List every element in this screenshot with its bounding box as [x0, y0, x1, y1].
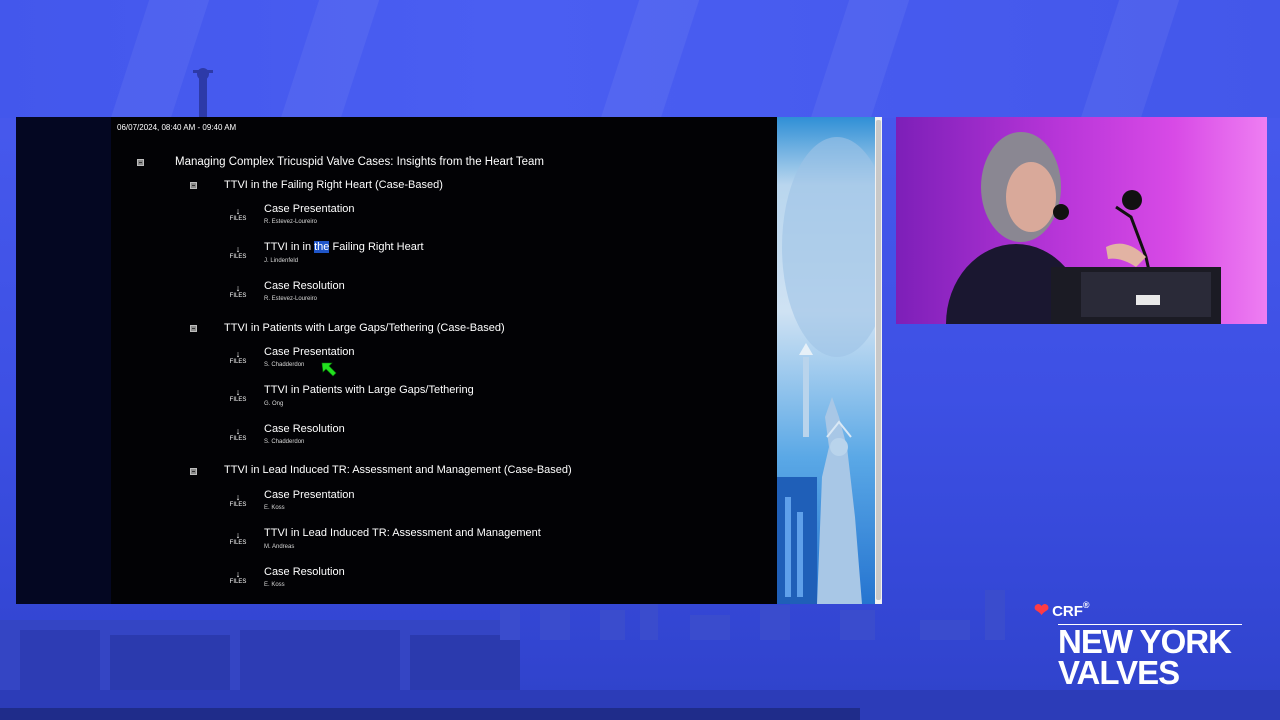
files-download-button[interactable]: ↓ FILES [226, 531, 250, 547]
files-download-button[interactable]: ↓ FILES [226, 207, 250, 223]
statue-silhouette-icon [193, 68, 213, 118]
download-arrow-icon: ↓ [235, 426, 241, 436]
item-author: R. Estevez-Loureiro [264, 296, 318, 302]
speaker-video [896, 117, 1267, 324]
scrollbar-thumb[interactable] [876, 120, 881, 600]
collapse-square-icon[interactable] [137, 159, 144, 166]
download-arrow-icon: ↓ [235, 492, 241, 502]
session-title[interactable]: Managing Complex Tricuspid Valve Cases: … [175, 156, 544, 168]
item-author: S. Chadderdon [264, 439, 305, 445]
files-download-button[interactable]: ↓ FILES [226, 427, 250, 443]
item-author: S. Chadderdon [264, 362, 305, 368]
files-download-button[interactable]: ↓ FILES [226, 245, 250, 261]
item-title[interactable]: TTVI in Patients with Large Gaps/Tetheri… [264, 384, 474, 396]
crf-new-york-valves-logo: ❤ CRF® NEW YORK VALVES [1034, 600, 1254, 700]
decorative-image-strip [777, 117, 882, 604]
item-author: E. Koss [264, 582, 285, 588]
download-arrow-icon: ↓ [235, 244, 241, 254]
files-download-button[interactable]: ↓ FILES [226, 284, 250, 300]
heart-logo-icon: ❤ [1034, 600, 1050, 620]
logo-line1: NEW YORK [1058, 623, 1232, 660]
item-title[interactable]: Case Resolution [264, 566, 345, 578]
section-title[interactable]: TTVI in the Failing Right Heart (Case-Ba… [224, 179, 443, 191]
item-title[interactable]: Case Resolution [264, 280, 345, 292]
download-arrow-icon: ↓ [235, 206, 241, 216]
logo-line2: VALVES [1058, 654, 1180, 691]
cursor-arrow-icon [321, 362, 337, 377]
session-slide-panel: 06/07/2024, 08:40 AM - 09:40 AM Managing… [16, 117, 777, 604]
download-arrow-icon: ↓ [235, 569, 241, 579]
files-download-button[interactable]: ↓ FILES [226, 350, 250, 366]
download-arrow-icon: ↓ [235, 530, 241, 540]
collapse-square-icon[interactable] [190, 182, 197, 189]
item-title[interactable]: Case Resolution [264, 423, 345, 435]
item-author: J. Lindenfeld [264, 258, 299, 264]
section-title[interactable]: TTVI in Patients with Large Gaps/Tetheri… [224, 322, 505, 334]
section-title[interactable]: TTVI in Lead Induced TR: Assessment and … [224, 464, 572, 476]
download-arrow-icon: ↓ [235, 283, 241, 293]
files-download-button[interactable]: ↓ FILES [226, 570, 250, 586]
collapse-square-icon[interactable] [190, 468, 197, 475]
item-author: E. Koss [264, 505, 285, 511]
item-title[interactable]: TTVI in in the Failing Right Heart [264, 241, 424, 253]
statue-of-liberty-icon [777, 137, 882, 604]
session-datetime: 06/07/2024, 08:40 AM - 09:40 AM [117, 123, 237, 132]
speaker-video-scene [946, 132, 1221, 324]
item-author: M. Andreas [264, 544, 295, 550]
selected-text-highlight: the [314, 241, 330, 253]
item-author: G. Ong [264, 401, 284, 407]
files-download-button[interactable]: ↓ FILES [226, 388, 250, 404]
download-arrow-icon: ↓ [235, 387, 241, 397]
item-title[interactable]: TTVI in Lead Induced TR: Assessment and … [264, 527, 541, 539]
item-title[interactable]: Case Presentation [264, 346, 355, 358]
slide-left-bar [16, 117, 111, 604]
item-author: R. Estevez-Loureiro [264, 219, 318, 225]
item-title[interactable]: Case Presentation [264, 489, 355, 501]
collapse-square-icon[interactable] [190, 325, 197, 332]
item-title[interactable]: Case Presentation [264, 203, 355, 215]
files-download-button[interactable]: ↓ FILES [226, 493, 250, 509]
download-arrow-icon: ↓ [235, 349, 241, 359]
